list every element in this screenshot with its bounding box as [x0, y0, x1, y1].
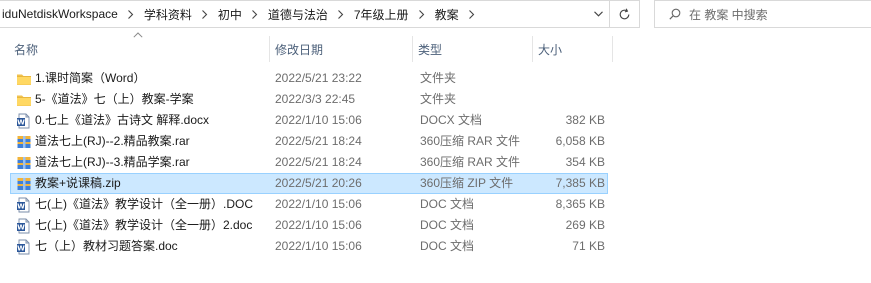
breadcrumb-chevron-icon[interactable] [465, 1, 479, 27]
column-header-modified[interactable]: 修改日期 [269, 36, 412, 62]
svg-text:W: W [17, 203, 25, 211]
column-header-name[interactable]: 名称 [8, 36, 268, 62]
file-name: 道法七上(RJ)--3.精品学案.rar [35, 155, 190, 169]
word-doc-icon: W [16, 239, 32, 255]
file-modified-date: 2022/5/21 20:26 [275, 176, 362, 190]
file-modified-date: 2022/1/10 15:06 [275, 197, 362, 211]
file-size [535, 69, 605, 88]
file-name: 七（上）教材习题答案.doc [35, 239, 178, 253]
file-modified-date: 2022/1/10 15:06 [275, 218, 362, 232]
word-doc-icon: W [16, 197, 32, 213]
file-name: 教案+说课稿.zip [35, 176, 121, 190]
folder-icon [16, 92, 32, 108]
file-row[interactable]: 道法七上(RJ)--2.精品教案.rar 2022/5/21 18:24 360压缩… [10, 131, 608, 152]
file-row[interactable]: 5-《道法》七（上）教案-学案 2022/3/3 22:45 文件夹 [10, 89, 608, 110]
breadcrumb-item[interactable]: 道德与法治 [262, 1, 334, 27]
column-header-end-divider [612, 36, 618, 62]
breadcrumb-label[interactable]: 初中 [212, 6, 248, 23]
file-type: DOC 文档 [420, 239, 475, 253]
file-size: 354 KB [565, 155, 605, 169]
file-row[interactable]: W 七(上)《道法》教学设计（全一册）2.doc 2022/1/10 15:06 DO… [10, 215, 608, 236]
file-modified-date: 2022/5/21 18:24 [275, 155, 362, 169]
file-type: DOC 文档 [420, 197, 475, 211]
rar-archive-icon [16, 155, 32, 171]
file-row[interactable]: W 七（上）教材习题答案.doc 2022/1/10 15:06 DOC 文档 71 K… [10, 236, 608, 257]
refresh-button[interactable] [610, 0, 640, 28]
file-modified-date: 2022/3/3 22:45 [275, 92, 356, 106]
refresh-icon [619, 8, 630, 19]
file-row[interactable]: 道法七上(RJ)--3.精品学案.rar 2022/5/21 18:24 360压缩… [10, 152, 608, 173]
search-box[interactable]: 在 教案 中搜索 [654, 0, 871, 28]
breadcrumb-chevron-icon[interactable] [198, 1, 212, 27]
file-name: 1.课时简案（Word） [35, 71, 146, 85]
address-history-dropdown-icon[interactable] [587, 1, 609, 27]
breadcrumb-item[interactable]: 学科资料 [138, 1, 198, 27]
column-header-size[interactable]: 大小 [532, 36, 612, 62]
breadcrumb-item[interactable]: 初中 [212, 1, 248, 27]
breadcrumb-label[interactable]: 道德与法治 [262, 6, 334, 23]
file-name: 七(上)《道法》教学设计（全一册）2.doc [35, 218, 253, 232]
file-row[interactable]: W 0.七上《道法》古诗文 解释.docx 2022/1/10 15:06 DOCX … [10, 110, 608, 131]
breadcrumb-chevron-icon[interactable] [124, 1, 138, 27]
breadcrumb-label[interactable]: 7年级上册 [348, 6, 415, 23]
search-icon [669, 8, 681, 20]
breadcrumb-item[interactable]: iduNetdiskWorkspace [0, 1, 124, 27]
file-type: DOC 文档 [420, 218, 475, 232]
file-modified-date: 2022/5/21 18:24 [275, 134, 362, 148]
file-size: 269 KB [565, 218, 605, 232]
file-size: 7,385 KB [555, 176, 605, 190]
folder-icon [16, 71, 32, 87]
file-size: 8,365 KB [555, 197, 605, 211]
word-doc-icon: W [16, 113, 32, 129]
breadcrumb-chevron-icon[interactable] [415, 1, 429, 27]
breadcrumb-label[interactable]: 学科资料 [138, 6, 198, 23]
breadcrumb-chevron-icon[interactable] [334, 1, 348, 27]
breadcrumb-label[interactable]: iduNetdiskWorkspace [0, 7, 124, 21]
file-row[interactable]: W 七(上)《道法》教学设计（全一册）.DOC 2022/1/10 15:06 DOC… [10, 194, 608, 215]
word-doc-icon: W [16, 218, 32, 234]
file-type: 文件夹 [420, 71, 457, 85]
file-name: 七(上)《道法》教学设计（全一册）.DOC [35, 197, 253, 211]
file-row[interactable]: 1.课时简案（Word） 2022/5/21 23:22 文件夹 [10, 68, 608, 89]
file-size: 382 KB [565, 113, 605, 127]
column-header-type[interactable]: 类型 [412, 36, 532, 62]
svg-text:W: W [17, 224, 25, 232]
address-bar[interactable]: iduNetdiskWorkspace 学科资料 初中 道德与法治 7年级上册 … [0, 0, 610, 28]
breadcrumb-item[interactable]: 7年级上册 [348, 1, 415, 27]
file-size [535, 90, 605, 109]
breadcrumb-label[interactable]: 教案 [429, 6, 465, 23]
file-type: DOCX 文档 [420, 113, 483, 127]
file-type: 360压缩 RAR 文件 [420, 155, 521, 169]
file-name: 0.七上《道法》古诗文 解释.docx [35, 113, 210, 127]
file-row[interactable]: 教案+说课稿.zip 2022/5/21 20:26 360压缩 ZIP 文件 7,3… [10, 173, 608, 194]
file-size: 71 KB [572, 239, 605, 253]
svg-text:W: W [17, 245, 25, 253]
search-placeholder[interactable]: 在 教案 中搜索 [689, 6, 768, 23]
breadcrumb-item[interactable]: 教案 [429, 1, 465, 27]
file-type: 360压缩 ZIP 文件 [420, 176, 514, 190]
file-modified-date: 2022/5/21 23:22 [275, 71, 362, 85]
file-type: 文件夹 [420, 92, 457, 106]
rar-archive-icon [16, 134, 32, 150]
file-type: 360压缩 RAR 文件 [420, 134, 521, 148]
file-modified-date: 2022/1/10 15:06 [275, 113, 362, 127]
file-name: 道法七上(RJ)--2.精品教案.rar [35, 134, 190, 148]
column-headers: 名称 修改日期 类型 大小 [0, 36, 871, 62]
file-size: 6,058 KB [555, 134, 605, 148]
zip-archive-icon [16, 176, 32, 192]
breadcrumb-chevron-icon[interactable] [248, 1, 262, 27]
file-name: 5-《道法》七（上）教案-学案 [35, 92, 194, 106]
svg-text:W: W [17, 119, 25, 127]
file-modified-date: 2022/1/10 15:06 [275, 239, 362, 253]
